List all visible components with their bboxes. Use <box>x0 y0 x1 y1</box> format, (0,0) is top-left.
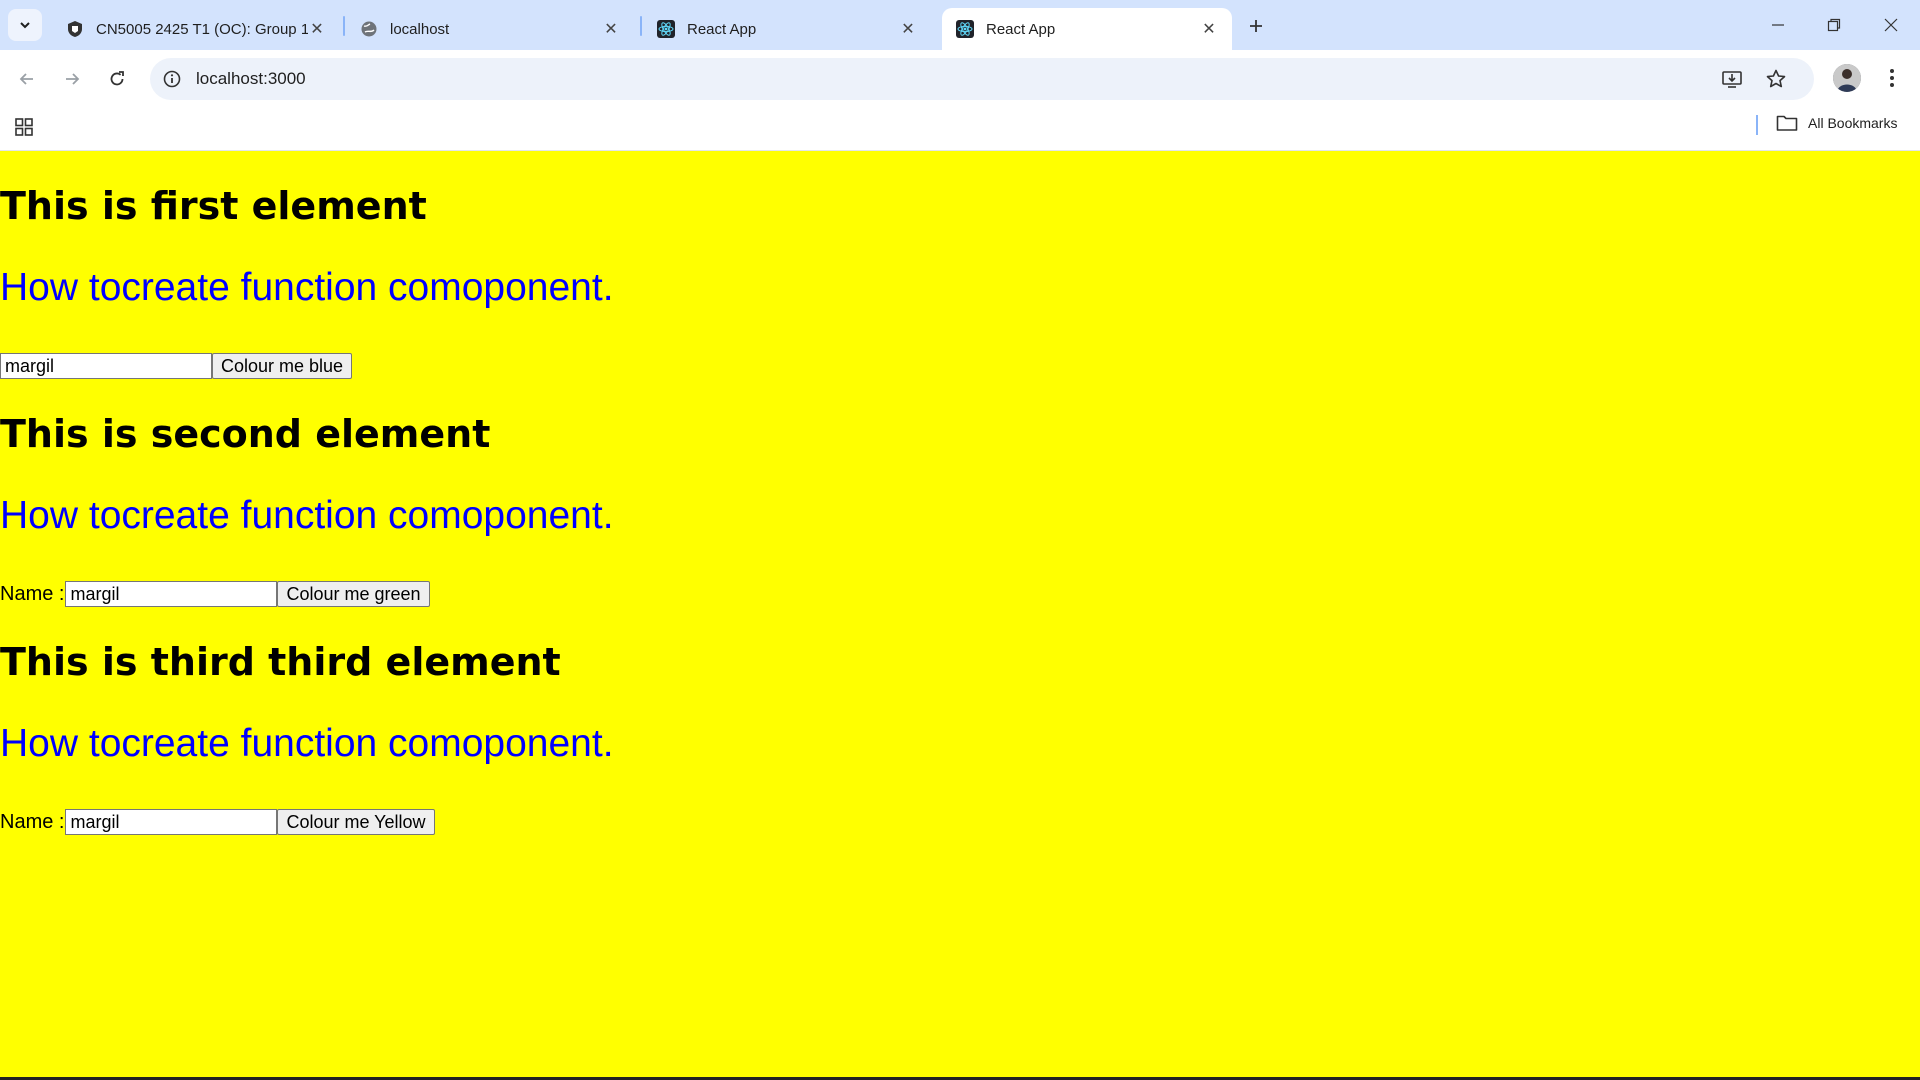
minimize-button[interactable] <box>1763 10 1793 40</box>
navigation-toolbar: localhost:3000 <box>0 50 1920 108</box>
url-text[interactable]: localhost:3000 <box>196 69 306 89</box>
section-text-third: How tocreate function comoponent. <box>0 722 614 765</box>
plus-icon <box>1250 20 1262 32</box>
name-input-first[interactable] <box>0 353 212 379</box>
address-bar[interactable]: localhost:3000 <box>150 58 1814 100</box>
section-text-second: How tocreate function comoponent. <box>0 494 614 537</box>
back-button[interactable] <box>12 64 42 94</box>
close-icon <box>1884 18 1898 32</box>
close-icon[interactable]: ✕ <box>1200 20 1218 38</box>
tab-title: CN5005 2425 T1 (OC): Group 1 <box>96 20 308 38</box>
tab-separator <box>640 16 642 36</box>
restore-icon <box>1827 18 1841 32</box>
tab-localhost[interactable]: localhost ✕ <box>346 8 634 50</box>
new-tab-button[interactable] <box>1244 14 1268 38</box>
close-icon[interactable]: ✕ <box>899 20 917 38</box>
tab-cn5005[interactable]: CN5005 2425 T1 (OC): Group 1 ✕ <box>52 8 340 50</box>
chevron-down-icon <box>20 22 30 29</box>
react-icon <box>956 20 974 38</box>
forward-button[interactable] <box>57 64 87 94</box>
reload-icon <box>110 71 124 86</box>
tab-title: React App <box>986 20 1056 38</box>
more-vertical-icon <box>1890 69 1894 87</box>
minimize-icon <box>1772 24 1784 26</box>
all-bookmarks-label: All Bookmarks <box>1808 115 1898 131</box>
forward-arrow-icon <box>66 73 80 85</box>
section-form-third: Name : Colour me Yellow <box>0 809 435 835</box>
name-input-second[interactable] <box>65 581 278 607</box>
section-heading-third: This is third third element <box>0 640 561 684</box>
profile-avatar[interactable] <box>1833 64 1861 92</box>
tab-react-app[interactable]: React App ✕ <box>643 8 931 50</box>
browser-menu-button[interactable] <box>1880 64 1904 92</box>
section-heading-second: This is second element <box>0 412 491 456</box>
tab-title: React App <box>687 20 757 38</box>
reload-button[interactable] <box>102 64 132 94</box>
react-icon <box>657 20 675 38</box>
tab-strip: CN5005 2425 T1 (OC): Group 1 ✕ localhost… <box>0 0 1920 50</box>
install-icon <box>1722 71 1742 88</box>
tab-separator <box>343 16 345 36</box>
section-text-first: How tocreate function comoponent. <box>0 266 614 309</box>
folder-icon <box>1776 115 1798 131</box>
name-label-third: Name : <box>0 810 65 833</box>
section-heading-first: This is first element <box>0 184 427 228</box>
colour-green-button[interactable]: Colour me green <box>277 581 430 607</box>
section-form-second: Name : Colour me green <box>0 581 430 607</box>
star-icon <box>1766 69 1786 88</box>
name-input-third[interactable] <box>65 809 278 835</box>
close-window-button[interactable] <box>1876 10 1906 40</box>
bookmark-star-button[interactable] <box>1764 67 1788 91</box>
shield-icon <box>68 21 82 37</box>
page-content: This is first element How tocreate funct… <box>0 151 1920 1080</box>
install-app-button[interactable] <box>1720 67 1744 91</box>
tab-search-button[interactable] <box>8 9 42 41</box>
restore-button[interactable] <box>1819 10 1849 40</box>
bookmarks-bar <box>0 108 1920 151</box>
globe-icon <box>361 21 377 37</box>
browser-chrome: CN5005 2425 T1 (OC): Group 1 ✕ localhost… <box>0 0 1920 151</box>
close-icon[interactable]: ✕ <box>308 20 326 38</box>
colour-blue-button[interactable]: Colour me blue <box>212 353 353 379</box>
apps-grid-icon[interactable] <box>13 116 35 138</box>
section-form-first: Colour me blue <box>0 353 353 379</box>
tab-title: localhost <box>390 20 450 38</box>
back-arrow-icon <box>19 73 33 85</box>
tab-react-app-active[interactable]: React App ✕ <box>942 8 1232 50</box>
all-bookmarks-button[interactable]: All Bookmarks <box>1776 114 1897 132</box>
close-icon[interactable]: ✕ <box>602 20 620 38</box>
site-info-icon[interactable] <box>162 69 182 89</box>
colour-yellow-button[interactable]: Colour me Yellow <box>277 809 435 835</box>
name-label-second: Name : <box>0 582 65 605</box>
avatar-icon <box>1833 64 1861 92</box>
bookmarks-separator <box>1756 115 1758 135</box>
